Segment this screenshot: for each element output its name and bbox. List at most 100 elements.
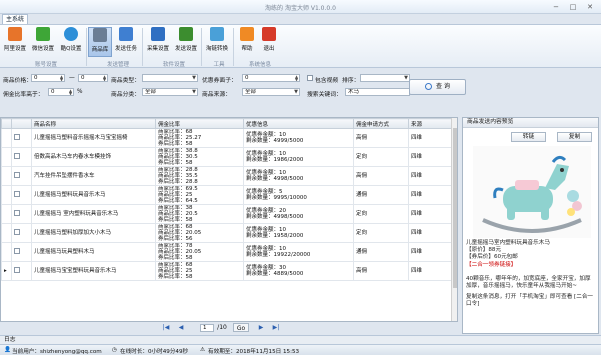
sort-label: 排序： [342, 78, 360, 84]
select-cell[interactable] [11, 261, 32, 281]
source-cell: 四维 [408, 261, 453, 281]
current-user: 当前用户：shizhenyong@qq.com [12, 349, 102, 355]
price-from-input[interactable]: 0 ▲ ▼ [31, 74, 65, 82]
table-row[interactable]: 儿童摇摇马玩具塑料木马 商家比率：78 商品比率：20.05 券后比率：58 优惠券… [1, 242, 453, 262]
page-number-input[interactable]: 1 [200, 324, 214, 332]
table-row[interactable]: 儿童摇摇马塑料加厚加大小木马 商家比率：68 商品比率：20.05 券后比率：56… [1, 223, 453, 243]
help-icon [240, 27, 254, 41]
keyword-input[interactable]: 木马 [345, 88, 410, 96]
table-row[interactable]: 儿童摇摇马塑料音乐摇摇木马宝宝摇椅 商家比率：68 商品比率：25.27 券后比率… [1, 128, 453, 148]
apply-method-cell: 通佣 [353, 185, 409, 205]
table-row[interactable]: ▸ 儿童摇摇马宝宝塑料玩具音乐木马 商家比率：68 商品比率：25 券后比率：58 优… [1, 261, 453, 281]
source-select[interactable]: 全部 ▼ [242, 88, 300, 96]
convert-link-button[interactable]: 转链 [511, 132, 546, 142]
sort-select[interactable]: ▼ [360, 74, 410, 82]
product-name-cell: 儿童摇摇马塑料音乐摇摇木马宝宝摇椅 [31, 128, 156, 148]
coupon-label: 优惠券面子： [202, 78, 237, 84]
product-library-button[interactable]: 商品库 [88, 27, 112, 57]
row-checkbox[interactable] [14, 153, 20, 159]
row-checkbox[interactable] [14, 210, 20, 216]
exit-button[interactable]: 退出 [257, 27, 281, 57]
row-checkbox[interactable] [14, 229, 20, 235]
link-convert-button[interactable]: 淘链转换 [205, 27, 229, 57]
select-cell[interactable] [11, 242, 32, 262]
tab-main-system[interactable]: 主系统 [2, 14, 28, 24]
library-icon [93, 28, 107, 42]
commission-rate-cell: 商家比率：68 商品比率：25.27 券后比率：58 [155, 128, 244, 148]
ali-settings-button[interactable]: 阿里设置 [3, 27, 27, 57]
table-row[interactable]: 儿童摇摇马塑料玩具音乐木马 商家比率：69.5 商品比率：25 券后比率：64.5… [1, 185, 453, 205]
table-row[interactable]: 儿童摇摇马 室内塑料玩具音乐木马 商家比率：38 商品比率：20.5 券后比率：5… [1, 204, 453, 224]
coupon-info-cell: 优惠券金额：10 剩余数量：4998/5000 [243, 166, 354, 186]
source-cell: 四维 [408, 166, 453, 186]
select-cell[interactable] [11, 147, 32, 167]
table-row[interactable]: 汽车挂件吊坠摆件香水车 商家比率：28.8 商品比率：35.5 券后比率：28.8… [1, 166, 453, 186]
send-settings-button[interactable]: 发送设置 [174, 27, 198, 57]
collect-icon [151, 27, 165, 41]
coupon-info-cell: 优惠券金额：10 剩余数量：4999/5000 [243, 128, 354, 148]
coupon-info-cell: 优惠券金额：5 剩余数量：9995/10000 [243, 185, 354, 205]
group-send-management: 发送管理 [106, 62, 129, 68]
col-source[interactable]: 来源 [408, 118, 453, 129]
row-checkbox[interactable] [14, 191, 20, 197]
last-page-button[interactable]: ▶| [270, 323, 282, 332]
col-commission-rate[interactable]: 佣金比率 [155, 118, 244, 129]
price-label: 商品价格： [3, 78, 32, 84]
group-system-info: 系统信息 [248, 62, 271, 68]
table-row[interactable]: 倍数高品木马车内春水车模挂饰 商家比率：38.8 商品比率：30.5 券后比率：5… [1, 147, 453, 167]
row-checkbox[interactable] [14, 248, 20, 254]
help-button[interactable]: 帮助 [235, 27, 259, 57]
send-task-button[interactable]: 发送任务 [114, 27, 138, 57]
product-name-cell: 儿童摇摇马玩具塑料木马 [31, 242, 156, 262]
expiry-icon: ⚠ [200, 347, 206, 353]
price-to-input[interactable]: 0 ▲ ▼ [78, 74, 108, 82]
commission-rate-cell: 商家比率：38.8 商品比率：30.5 券后比率：58 [155, 147, 244, 167]
col-apply-method[interactable]: 佣金申请方式 [353, 118, 409, 129]
coupon-info-cell: 优惠券金额：10 剩余数量：1958/2000 [243, 223, 354, 243]
select-cell[interactable] [11, 166, 32, 186]
wechat-settings-button[interactable]: 微信设置 [31, 27, 55, 57]
col-select[interactable] [11, 118, 32, 129]
col-coupon-info[interactable]: 优惠信息 [243, 118, 354, 129]
spinner-icon[interactable]: ▲ ▼ [102, 75, 107, 81]
select-cell[interactable] [11, 204, 32, 224]
prev-page-button[interactable]: ◀ [176, 323, 186, 332]
select-cell[interactable] [11, 128, 32, 148]
chevron-down-icon: ▼ [404, 75, 408, 81]
first-page-button[interactable]: |◀ [160, 323, 172, 332]
minimize-icon[interactable]: − [549, 2, 563, 11]
price-dash: — [69, 75, 75, 81]
commission-input[interactable]: 0 ▲ ▼ [48, 88, 74, 96]
coupon-info-cell: 优惠券金额：30 剩余数量：4889/5000 [243, 261, 354, 281]
apply-method-cell: 高佣 [353, 166, 409, 186]
go-button[interactable]: Go [233, 323, 249, 332]
maximize-icon[interactable]: □ [566, 2, 580, 11]
copy-button[interactable]: 复制 [557, 132, 592, 142]
select-cell[interactable] [11, 223, 32, 243]
coolq-icon [64, 27, 78, 41]
next-page-button[interactable]: ▶ [256, 323, 266, 332]
query-button[interactable]: 查 询 [409, 79, 466, 95]
row-checkbox[interactable] [14, 172, 20, 178]
row-checkbox[interactable] [14, 134, 20, 140]
spinner-icon[interactable]: ▲ ▼ [294, 75, 299, 81]
row-indicator [1, 185, 12, 205]
coupon-input[interactable]: 0 ▲ ▼ [242, 74, 300, 82]
product-name-cell: 儿童摇摇马塑料加厚加大小木马 [31, 223, 156, 243]
close-icon[interactable]: ✕ [583, 2, 597, 11]
spinner-icon[interactable]: ▲ ▼ [59, 75, 64, 81]
product-name-cell: 儿童摇摇马塑料玩具音乐木马 [31, 185, 156, 205]
spinner-icon[interactable]: ▲ ▼ [68, 89, 73, 95]
commission-rate-cell: 商家比率：78 商品比率：20.05 券后比率：58 [155, 242, 244, 262]
wechat-icon [36, 27, 50, 41]
category-select[interactable]: 全部 ▼ [142, 88, 198, 96]
type-select[interactable]: ▼ [142, 74, 198, 82]
coolq-settings-button[interactable]: 酷Q设置 [59, 27, 83, 57]
row-indicator [1, 166, 12, 186]
col-product-name[interactable]: 商品名称 [31, 118, 156, 129]
row-checkbox[interactable] [14, 267, 20, 273]
collect-settings-button[interactable]: 采集设置 [146, 27, 170, 57]
include-video-checkbox[interactable] [307, 75, 313, 81]
select-cell[interactable] [11, 185, 32, 205]
table-scrollbar[interactable] [451, 118, 457, 321]
